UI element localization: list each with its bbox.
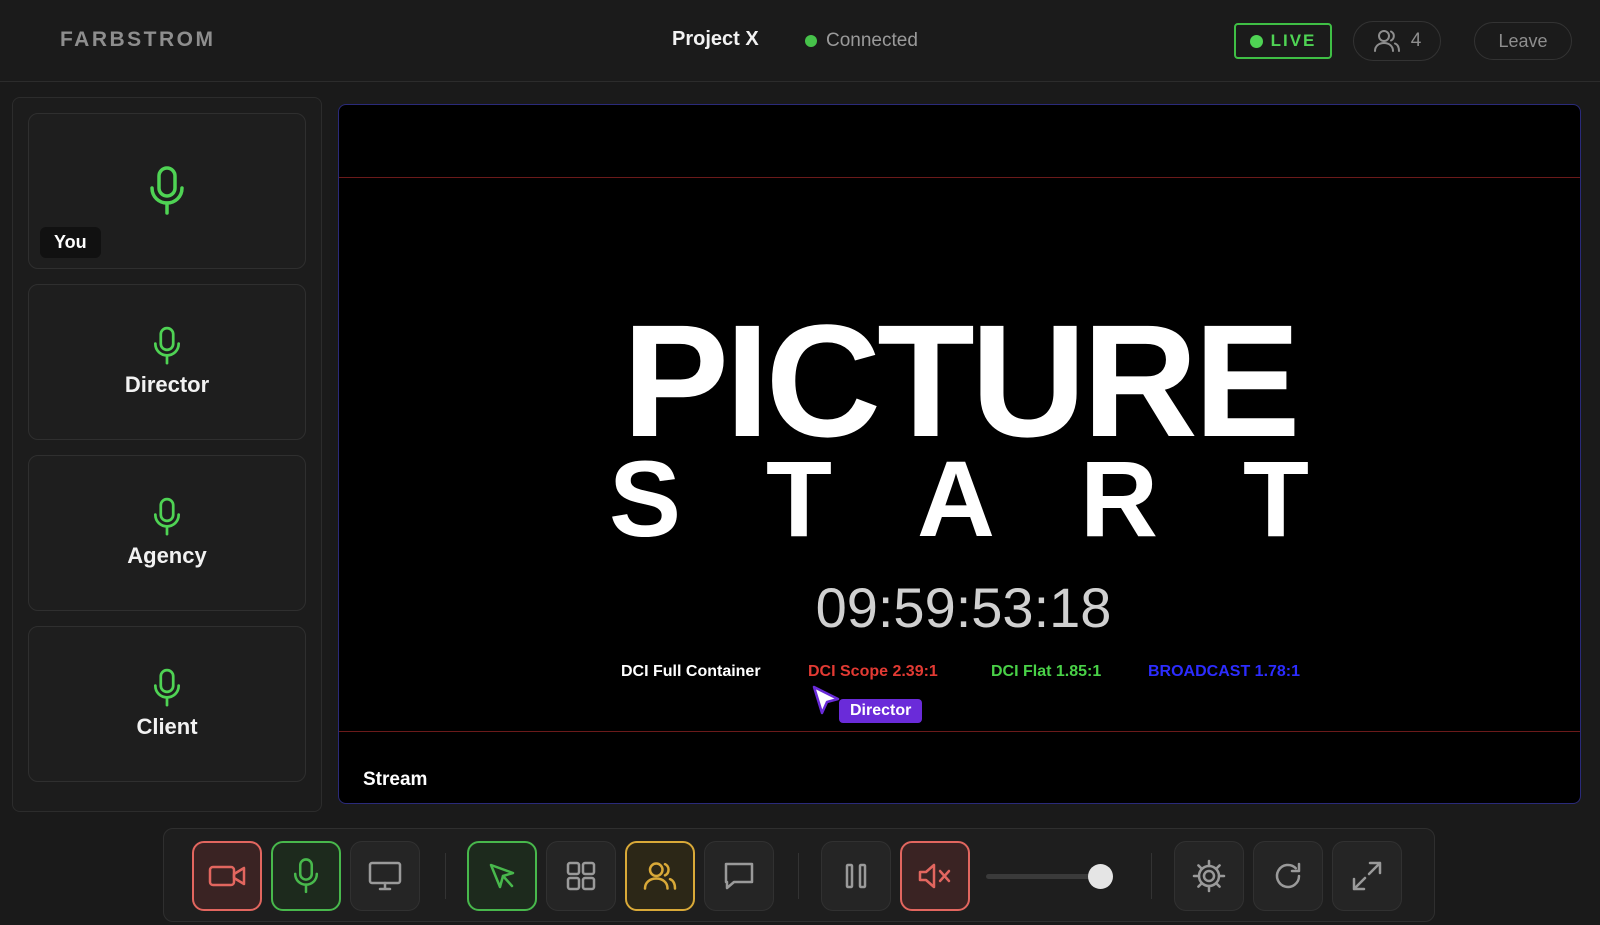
- control-toolbar: [163, 828, 1435, 922]
- microphone-icon: [153, 497, 181, 536]
- participant-name-agency: Agency: [127, 543, 207, 568]
- camera-icon: [208, 865, 246, 887]
- participant-name-director: Director: [124, 372, 210, 397]
- camera-button[interactable]: [192, 841, 262, 911]
- speaker-muted-icon: [918, 863, 951, 889]
- refresh-button[interactable]: [1253, 841, 1323, 911]
- participant-tile-you[interactable]: You: [28, 113, 306, 269]
- slate-letter: T: [1242, 438, 1309, 559]
- leave-button[interactable]: Leave: [1474, 22, 1572, 60]
- participant-name-client: Client: [136, 714, 198, 739]
- format-label-dci-full: DCI Full Container: [621, 663, 761, 680]
- video-stream-viewer[interactable]: PICTURE S T A R T 09:59:53:18 DCI Full C…: [338, 104, 1581, 804]
- participants-button[interactable]: [625, 841, 695, 911]
- cursor-icon: [489, 863, 515, 889]
- live-dot-icon: [1249, 34, 1263, 48]
- status-dot-icon: [805, 35, 817, 47]
- microphone-icon: [293, 858, 319, 894]
- microphone-icon: [153, 668, 181, 707]
- volume-slider-handle[interactable]: [1088, 864, 1114, 889]
- slate-letter: S: [609, 438, 682, 559]
- microphone-icon: [150, 166, 184, 215]
- participant-count: 4: [1410, 30, 1422, 51]
- connection-status: Connected: [805, 30, 918, 52]
- slate-letter: T: [766, 438, 833, 559]
- participant-name-you: You: [40, 227, 101, 258]
- connection-label: Connected: [826, 30, 918, 51]
- participant-tile-director[interactable]: Director: [28, 284, 306, 440]
- grid-button[interactable]: [546, 841, 616, 911]
- timecode: 09:59:53:18: [815, 576, 1112, 639]
- screen-share-button[interactable]: [350, 841, 420, 911]
- remote-cursor-label: Director: [839, 699, 923, 723]
- slate-subtitle: S T A R T: [609, 445, 1309, 553]
- chat-icon: [724, 862, 754, 890]
- refresh-icon: [1275, 862, 1301, 889]
- brand-logo: FARBSTROM: [60, 28, 216, 51]
- slate-letter: A: [917, 438, 995, 559]
- format-label-dci-scope: DCI Scope 2.39:1: [808, 663, 938, 680]
- frame-guide-top: [339, 177, 1580, 178]
- mic-button[interactable]: [271, 841, 341, 911]
- microphone-icon: [153, 326, 181, 365]
- toolbar-divider: [798, 853, 799, 899]
- gear-icon: [1192, 859, 1226, 893]
- pointer-button[interactable]: [467, 841, 537, 911]
- fullscreen-button[interactable]: [1332, 841, 1402, 911]
- stream-label: Stream: [363, 769, 428, 790]
- top-bar: FARBSTROM Project X Connected LIVE 4 Lea…: [0, 0, 1600, 82]
- slate-letter: R: [1079, 438, 1158, 559]
- chat-button[interactable]: [704, 841, 774, 911]
- format-label-broadcast: BROADCAST 1.78:1: [1148, 663, 1301, 680]
- mute-button[interactable]: [900, 841, 970, 911]
- users-icon: [643, 862, 677, 890]
- format-label-dci-flat: DCI Flat 1.85:1: [991, 663, 1102, 680]
- pause-icon: [845, 863, 867, 889]
- toolbar-divider: [445, 853, 446, 899]
- expand-icon: [1352, 861, 1382, 891]
- participant-tile-client[interactable]: Client: [28, 626, 306, 782]
- frame-guide-bottom: [339, 731, 1580, 732]
- settings-button[interactable]: [1174, 841, 1244, 911]
- users-icon: [1373, 30, 1400, 52]
- live-label: LIVE: [1270, 31, 1317, 50]
- slate-title: PICTURE: [622, 291, 1300, 470]
- live-badge: LIVE: [1234, 23, 1332, 59]
- monitor-icon: [368, 861, 402, 891]
- participants-count-button[interactable]: 4: [1353, 21, 1441, 61]
- project-name: Project X: [672, 28, 759, 50]
- toolbar-divider: [1151, 853, 1152, 899]
- participants-sidebar: You Director Agency Client: [12, 97, 322, 812]
- pause-button[interactable]: [821, 841, 891, 911]
- grid-icon: [566, 861, 596, 891]
- participant-tile-agency[interactable]: Agency: [28, 455, 306, 611]
